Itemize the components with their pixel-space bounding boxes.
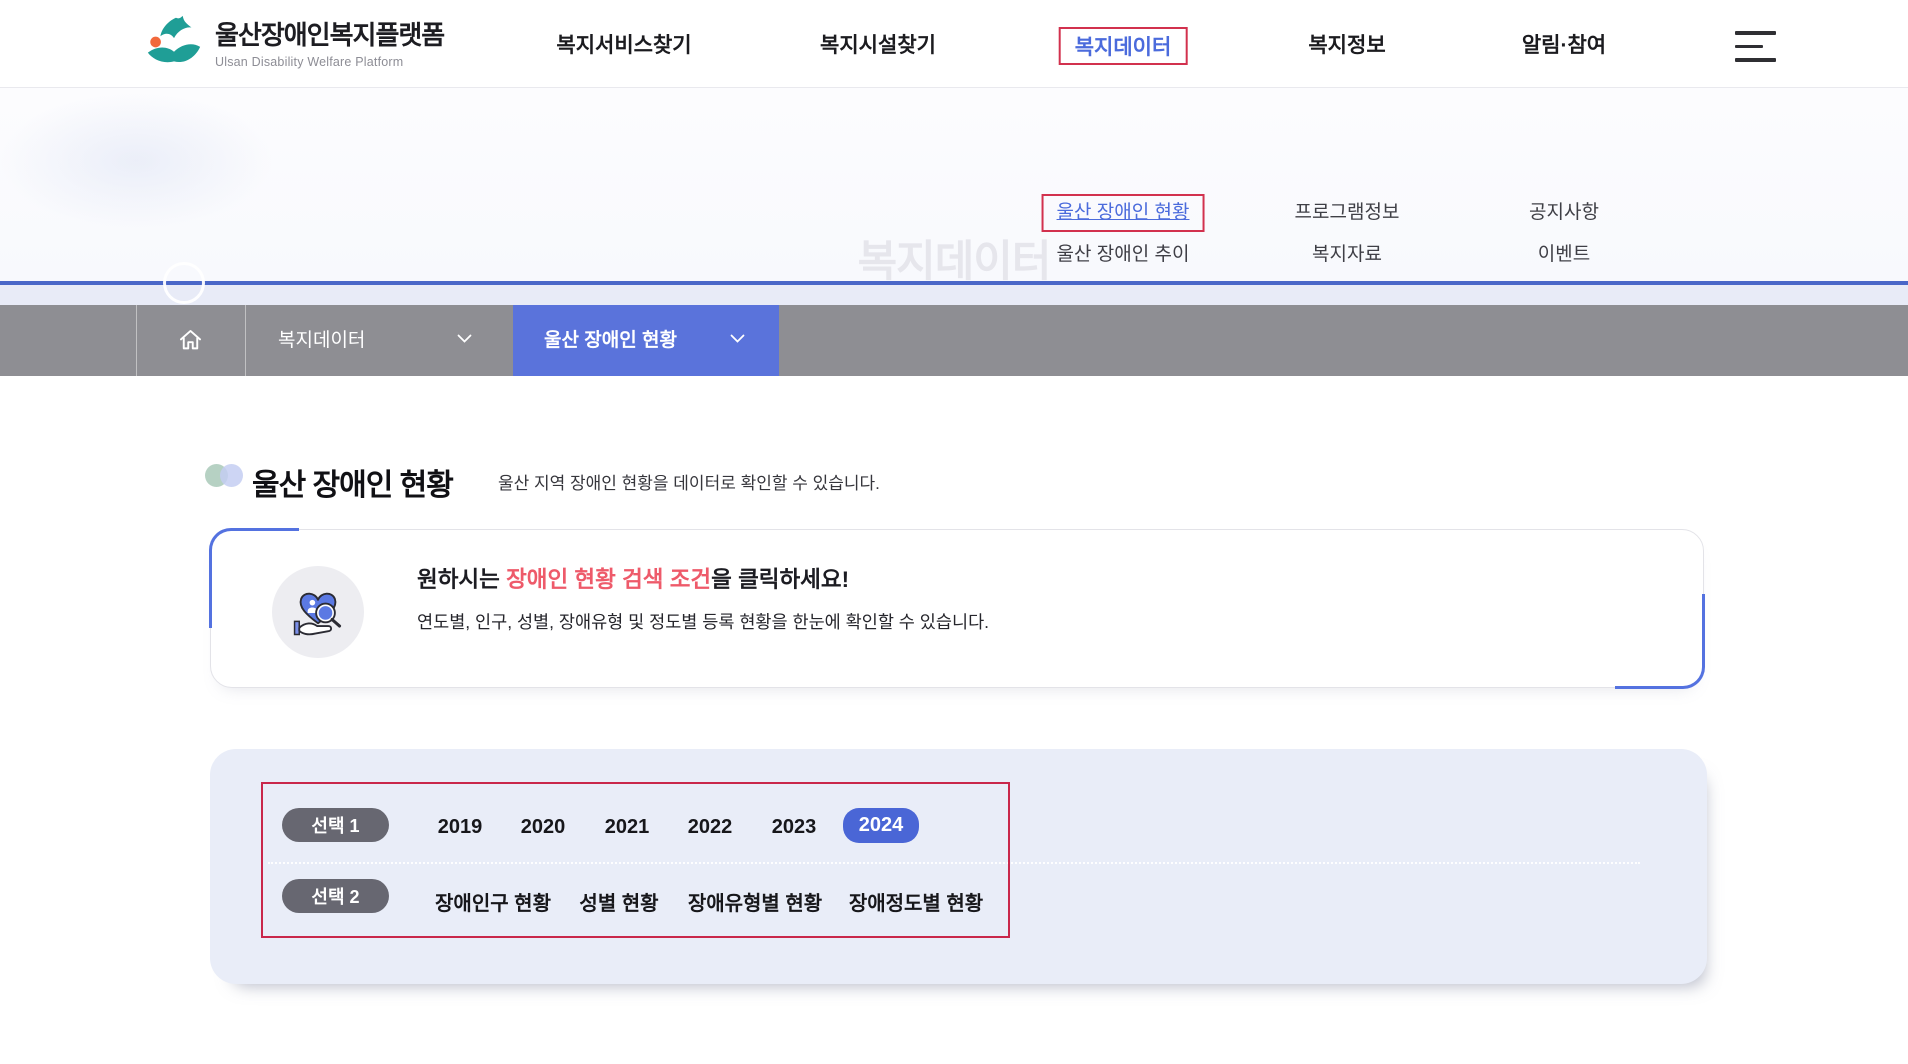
home-icon: [177, 327, 204, 354]
breadcrumb-label: 울산 장애인 현황: [544, 305, 677, 376]
brand-bird-icon: [143, 14, 205, 70]
breadcrumb-home-button[interactable]: [136, 305, 245, 376]
hand-heart-search-icon: [288, 582, 348, 642]
banner-bottom-border: [0, 281, 1908, 285]
menu-item-welfare-materials[interactable]: 복지자료: [1312, 243, 1382, 267]
nav-item-welfare-info[interactable]: 복지정보: [1294, 27, 1399, 65]
guide-description: 연도별, 인구, 성별, 장애유형 및 정도별 등록 현황을 한눈에 확인할 수…: [417, 609, 989, 634]
banner-ghost-title: 복지데이터: [858, 227, 1051, 289]
filter-panel: 선택 1 2019 2020 2021 2022 2023 2024 선택 2 …: [210, 749, 1707, 984]
page-title-description: 울산 지역 장애인 현황을 데이터로 확인할 수 있습니다.: [498, 469, 880, 494]
menu-item-ulsan-disability-status[interactable]: 울산 장애인 현황: [1042, 194, 1205, 232]
chevron-down-icon: [457, 334, 472, 344]
top-navigation-bar: 울산장애인복지플랫폼 Ulsan Disability Welfare Plat…: [0, 0, 1908, 88]
breadcrumb-label: 복지데이터: [278, 305, 365, 376]
brand-text: 울산장애인복지플랫폼 Ulsan Disability Welfare Plat…: [215, 15, 444, 69]
breadcrumb-bar: 복지데이터 울산 장애인 현황: [0, 305, 1908, 376]
title-bullet-icon: [220, 464, 243, 487]
nav-item-welfare-services[interactable]: 복지서비스찾기: [542, 27, 705, 65]
year-option-2019[interactable]: 2019: [438, 816, 483, 839]
brand-subtitle: Ulsan Disability Welfare Platform: [215, 55, 444, 69]
guide-message: 원하시는 장애인 현황 검색 조건을 클릭하세요!: [417, 562, 849, 594]
page-title-row: 울산 장애인 현황 울산 지역 장애인 현황을 데이터로 확인할 수 있습니다.: [0, 455, 1908, 505]
brand-name: 울산장애인복지플랫폼: [215, 15, 444, 52]
year-option-2021[interactable]: 2021: [605, 816, 650, 839]
year-option-2023[interactable]: 2023: [772, 816, 817, 839]
year-option-2024-selected[interactable]: 2024: [843, 808, 919, 843]
banner-decoration-circle: [163, 262, 205, 304]
menu-item-events[interactable]: 이벤트: [1538, 243, 1590, 267]
hamburger-menu-icon[interactable]: [1735, 31, 1776, 62]
page-title: 울산 장애인 현황: [252, 460, 453, 504]
menu-item-ulsan-disability-trend[interactable]: 울산 장애인 추이: [1057, 243, 1190, 267]
breadcrumb-dropdown-ulsan-disability-status[interactable]: 울산 장애인 현황: [513, 305, 779, 376]
year-option-2022[interactable]: 2022: [688, 816, 733, 839]
guide-message-prefix: 원하시는: [417, 567, 506, 592]
site-logo[interactable]: 울산장애인복지플랫폼 Ulsan Disability Welfare Plat…: [143, 14, 444, 70]
category-option-disability-population[interactable]: 장애인구 현황: [435, 887, 551, 916]
nav-item-notice-participation[interactable]: 알림·참여: [1508, 27, 1620, 65]
category-option-disability-type[interactable]: 장애유형별 현황: [688, 887, 822, 916]
card-accent-bottom-right: [1615, 594, 1705, 689]
filter-row2-label-pill: 선택 2: [282, 879, 389, 913]
guide-message-highlight: 장애인 현황 검색 조건: [506, 567, 711, 592]
category-option-disability-severity[interactable]: 장애정도별 현황: [849, 887, 983, 916]
banner-lavender-strip: [0, 285, 1908, 305]
nav-item-welfare-facilities[interactable]: 복지시설찾기: [806, 27, 950, 65]
page-banner: 복지데이터 데이터로 보는 울산 장애인 현황 울산 장애인 현황 울산 장애인…: [0, 88, 1908, 281]
breadcrumb-dropdown-welfare-data[interactable]: 복지데이터: [245, 305, 513, 376]
guide-icon-badge: [272, 566, 364, 658]
guide-message-suffix: 을 클릭하세요!: [711, 567, 849, 592]
category-option-gender-status[interactable]: 성별 현황: [579, 887, 658, 916]
page: 울산장애인복지플랫폼 Ulsan Disability Welfare Plat…: [0, 0, 1908, 1064]
year-option-2020[interactable]: 2020: [521, 816, 566, 839]
menu-item-notices[interactable]: 공지사항: [1529, 201, 1599, 225]
filter-row1-label-pill: 선택 1: [282, 808, 389, 842]
banner-decoration-blob: [0, 93, 340, 263]
menu-item-program-info[interactable]: 프로그램정보: [1295, 201, 1400, 225]
chevron-down-icon: [730, 334, 745, 344]
nav-item-welfare-data[interactable]: 복지데이터: [1059, 27, 1188, 65]
guide-card: 원하시는 장애인 현황 검색 조건을 클릭하세요! 연도별, 인구, 성별, 장…: [210, 529, 1704, 688]
